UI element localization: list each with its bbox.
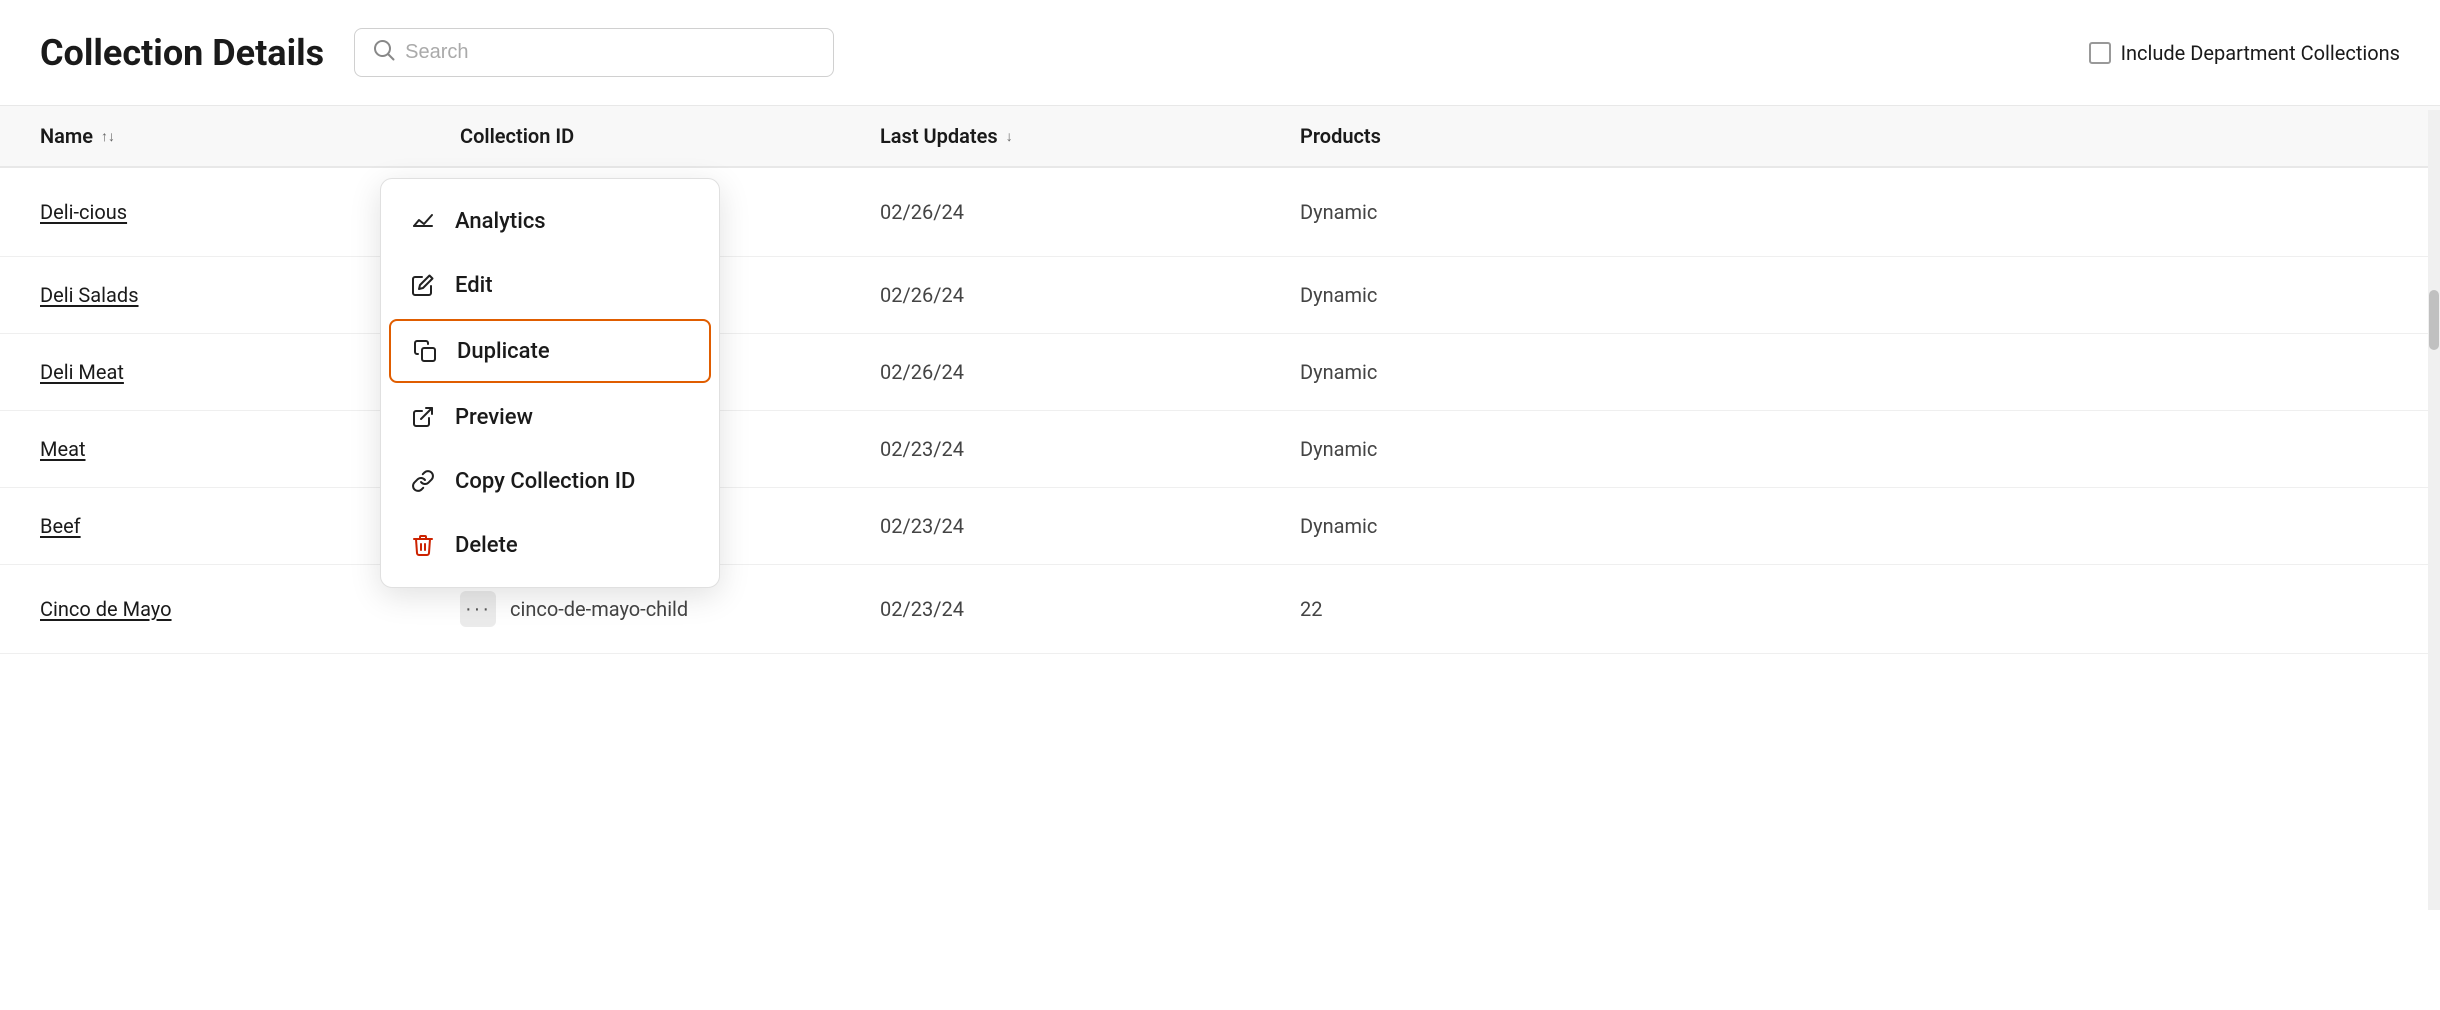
- menu-analytics-label: Analytics: [455, 209, 546, 234]
- menu-item-preview[interactable]: Preview: [381, 385, 719, 449]
- search-box[interactable]: [354, 28, 834, 77]
- table-row: Cinco de Mayo ··· cinco-de-mayo-child 02…: [0, 565, 2440, 654]
- row-products: Dynamic: [1300, 514, 2400, 538]
- row-date: 02/26/24: [880, 283, 1300, 307]
- menu-copy-collection-id-label: Copy Collection ID: [455, 469, 635, 494]
- more-options-button[interactable]: ···: [460, 591, 496, 627]
- menu-item-copy-collection-id[interactable]: Copy Collection ID: [381, 449, 719, 513]
- menu-edit-label: Edit: [455, 273, 493, 298]
- row-date: 02/26/24: [880, 360, 1300, 384]
- search-icon: [373, 39, 395, 66]
- menu-item-analytics[interactable]: Analytics: [381, 189, 719, 253]
- link-icon: [409, 467, 437, 495]
- row-name[interactable]: Cinco de Mayo: [40, 597, 460, 621]
- trash-icon: [409, 531, 437, 559]
- page-title: Collection Details: [40, 32, 324, 74]
- table-row: Beef 02/23/24 Dynamic: [0, 488, 2440, 565]
- preview-icon: [409, 403, 437, 431]
- menu-preview-label: Preview: [455, 405, 533, 430]
- menu-delete-label: Delete: [455, 533, 518, 558]
- menu-duplicate-label: Duplicate: [457, 339, 550, 364]
- include-dept-checkbox[interactable]: [2089, 42, 2111, 64]
- row-products: Dynamic: [1300, 437, 2400, 461]
- row-products: Dynamic: [1300, 200, 2400, 224]
- chart-icon: [409, 207, 437, 235]
- edit-icon: [409, 271, 437, 299]
- header-right: Include Department Collections: [2089, 41, 2400, 65]
- row-id-cell: ··· cinco-de-mayo-child: [460, 591, 880, 627]
- col-header-last-updates: Last Updates ↓: [880, 124, 1300, 148]
- last-updates-sort-icon[interactable]: ↓: [1006, 128, 1013, 145]
- col-header-products: Products: [1300, 124, 2400, 148]
- context-menu: Analytics Edit: [380, 178, 720, 588]
- col-header-name: Name ↑↓: [40, 124, 460, 148]
- table-header: Name ↑↓ Collection ID Last Updates ↓ Pro…: [0, 106, 2440, 168]
- collection-table: Name ↑↓ Collection ID Last Updates ↓ Pro…: [0, 106, 2440, 654]
- table-row: Deli Salads 02/26/24 Dynamic: [0, 257, 2440, 334]
- menu-item-duplicate[interactable]: Duplicate: [389, 319, 711, 383]
- row-products: 22: [1300, 597, 2400, 621]
- table-row: Meat 02/23/24 Dynamic: [0, 411, 2440, 488]
- row-date: 02/23/24: [880, 597, 1300, 621]
- scrollbar-track[interactable]: [2428, 110, 2440, 910]
- row-collection-id: cinco-de-mayo-child: [510, 597, 688, 621]
- duplicate-icon: [411, 337, 439, 365]
- table-row: Deli-cious ··· deli-cious 02/26/24 Dynam…: [0, 168, 2440, 257]
- menu-item-delete[interactable]: Delete: [381, 513, 719, 577]
- table-row: Deli Meat 02/26/24 Dynamic: [0, 334, 2440, 411]
- row-products: Dynamic: [1300, 360, 2400, 384]
- include-dept-checkbox-label[interactable]: Include Department Collections: [2089, 41, 2400, 65]
- row-date: 02/23/24: [880, 437, 1300, 461]
- name-sort-icon[interactable]: ↑↓: [101, 128, 115, 145]
- scrollbar-thumb[interactable]: [2429, 290, 2439, 350]
- include-dept-label: Include Department Collections: [2121, 41, 2400, 65]
- page-header: Collection Details Include Department Co…: [0, 0, 2440, 106]
- row-products: Dynamic: [1300, 283, 2400, 307]
- search-input[interactable]: [405, 41, 815, 64]
- menu-item-edit[interactable]: Edit: [381, 253, 719, 317]
- row-date: 02/23/24: [880, 514, 1300, 538]
- col-header-collection-id: Collection ID: [460, 124, 880, 148]
- row-date: 02/26/24: [880, 200, 1300, 224]
